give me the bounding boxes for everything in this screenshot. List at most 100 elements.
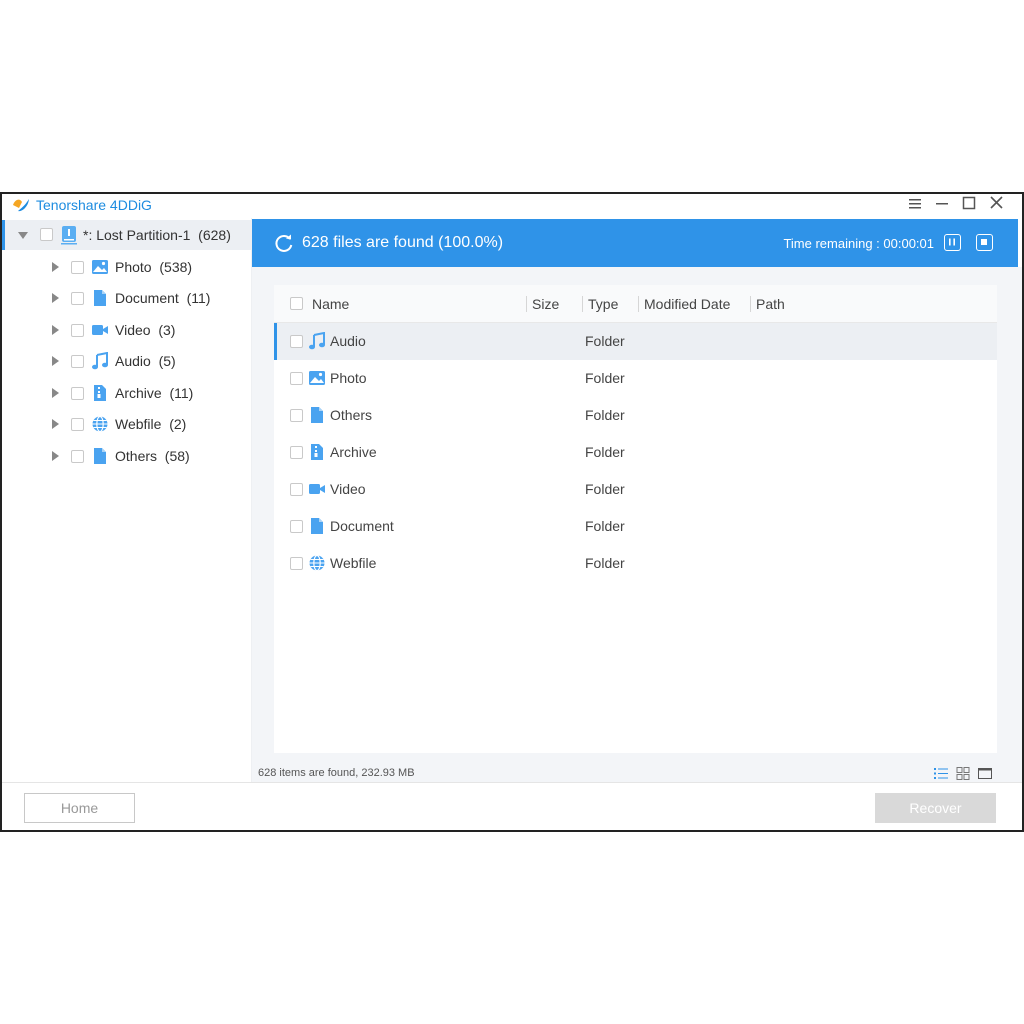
maximize-icon[interactable] xyxy=(958,194,980,214)
table-row-document[interactable]: Document Folder xyxy=(274,508,997,545)
row-type: Folder xyxy=(585,555,625,571)
pause-icon xyxy=(949,238,955,246)
row-name: Video xyxy=(330,481,366,497)
tree-root-checkbox[interactable] xyxy=(40,228,53,241)
tree-item-label: Archive (11) xyxy=(115,385,194,401)
audio-icon xyxy=(309,332,325,350)
recover-button[interactable]: Recover xyxy=(875,793,996,823)
row-type: Folder xyxy=(585,333,625,349)
bottom-bar: Home Recover xyxy=(2,782,1022,830)
table-row-photo[interactable]: Photo Folder xyxy=(274,360,997,397)
row-checkbox[interactable] xyxy=(290,335,303,348)
tree-item-archive[interactable]: Archive (11) xyxy=(2,378,252,408)
row-checkbox[interactable] xyxy=(290,557,303,570)
items-found-text: 628 items are found, 232.93 MB xyxy=(258,767,415,779)
expand-arrow-icon[interactable] xyxy=(52,451,59,461)
video-icon xyxy=(92,325,108,335)
tree-item-checkbox[interactable] xyxy=(71,324,84,337)
row-name: Document xyxy=(330,518,394,534)
scan-status-bar: 628 files are found (100.0%) Time remain… xyxy=(252,219,1018,267)
row-name: Archive xyxy=(330,444,377,460)
column-type[interactable]: Type xyxy=(588,296,618,312)
stop-button[interactable] xyxy=(976,234,993,251)
row-checkbox[interactable] xyxy=(290,483,303,496)
tree-item-checkbox[interactable] xyxy=(71,418,84,431)
tree-item-checkbox[interactable] xyxy=(71,450,84,463)
row-checkbox[interactable] xyxy=(290,372,303,385)
column-path[interactable]: Path xyxy=(756,296,785,312)
file-list-panel: Name Size Type Modified Date Path Audio … xyxy=(274,285,997,753)
column-divider[interactable] xyxy=(526,296,527,312)
video-icon xyxy=(309,484,325,494)
row-checkbox[interactable] xyxy=(290,520,303,533)
table-row-archive[interactable]: Archive Folder xyxy=(274,434,997,471)
minimize-icon[interactable] xyxy=(931,194,953,214)
grid-view-icon[interactable] xyxy=(956,767,970,780)
menu-icon[interactable] xyxy=(904,194,926,214)
file-icon xyxy=(311,407,323,423)
tree-item-document[interactable]: Document (11) xyxy=(2,283,252,313)
row-type: Folder xyxy=(585,407,625,423)
app-logo-icon xyxy=(13,199,29,212)
list-view-icon[interactable] xyxy=(934,767,948,780)
table-row-video[interactable]: Video Folder xyxy=(274,471,997,508)
status-bar: 628 items are found, 232.93 MB xyxy=(252,764,1022,782)
pause-button[interactable] xyxy=(944,234,961,251)
preview-view-icon[interactable] xyxy=(978,767,992,780)
refresh-icon xyxy=(275,234,293,252)
files-found-text: 628 files are found (100.0%) xyxy=(302,234,504,251)
tree-item-checkbox[interactable] xyxy=(71,261,84,274)
tree-item-photo[interactable]: Photo (538) xyxy=(2,252,252,282)
tree-item-checkbox[interactable] xyxy=(71,292,84,305)
table-row-others[interactable]: Others Folder xyxy=(274,397,997,434)
column-name[interactable]: Name xyxy=(312,296,349,312)
tree-root-label: *: Lost Partition-1 (628) xyxy=(83,227,231,243)
column-divider[interactable] xyxy=(582,296,583,312)
archive-icon xyxy=(94,385,106,401)
tree-item-video[interactable]: Video (3) xyxy=(2,315,252,345)
table-row-audio[interactable]: Audio Folder xyxy=(274,323,997,360)
photo-icon xyxy=(309,371,325,385)
globe-icon xyxy=(309,554,325,572)
tree-item-others[interactable]: Others (58) xyxy=(2,441,252,471)
row-checkbox[interactable] xyxy=(290,446,303,459)
expand-arrow-icon[interactable] xyxy=(52,262,59,272)
time-remaining-text: Time remaining : 00:00:01 xyxy=(783,236,934,251)
column-divider[interactable] xyxy=(750,296,751,312)
tree-item-label: Photo (538) xyxy=(115,259,193,275)
close-icon[interactable] xyxy=(986,194,1008,214)
select-all-checkbox[interactable] xyxy=(290,297,303,310)
expand-arrow-icon[interactable] xyxy=(52,293,59,303)
tree-root-name: *: Lost Partition-1 xyxy=(83,227,191,243)
expand-arrow-icon[interactable] xyxy=(52,419,59,429)
document-icon xyxy=(94,290,106,306)
main-content: Name Size Type Modified Date Path Audio … xyxy=(252,267,1022,782)
tree-root-partition[interactable]: *: Lost Partition-1 (628) xyxy=(2,220,252,250)
tree-root-count: (628) xyxy=(198,227,231,243)
title-bar: Tenorshare 4DDiG xyxy=(2,194,1022,218)
column-size[interactable]: Size xyxy=(532,296,559,312)
collapse-arrow-icon[interactable] xyxy=(18,232,28,239)
tree-item-label: Document (11) xyxy=(115,290,211,306)
table-row-webfile[interactable]: Webfile Folder xyxy=(274,545,997,582)
drive-icon xyxy=(61,226,77,245)
expand-arrow-icon[interactable] xyxy=(52,325,59,335)
app-window: Tenorshare 4DDiG *: Lost Partition-1 (62… xyxy=(0,192,1024,832)
tree-item-label: Others (58) xyxy=(115,448,190,464)
expand-arrow-icon[interactable] xyxy=(52,356,59,366)
column-divider[interactable] xyxy=(638,296,639,312)
tree-item-webfile[interactable]: Webfile (2) xyxy=(2,409,252,439)
row-type: Folder xyxy=(585,481,625,497)
archive-icon xyxy=(311,444,323,460)
row-name: Webfile xyxy=(330,555,377,571)
tree-item-checkbox[interactable] xyxy=(71,387,84,400)
document-icon xyxy=(311,518,323,534)
sidebar-tree: *: Lost Partition-1 (628) Photo (538) Do… xyxy=(2,218,252,782)
tree-item-audio[interactable]: Audio (5) xyxy=(2,346,252,376)
expand-arrow-icon[interactable] xyxy=(52,388,59,398)
row-checkbox[interactable] xyxy=(290,409,303,422)
home-button[interactable]: Home xyxy=(24,793,135,823)
column-modified-date[interactable]: Modified Date xyxy=(644,296,730,312)
tree-item-checkbox[interactable] xyxy=(71,355,84,368)
audio-icon xyxy=(92,352,108,370)
